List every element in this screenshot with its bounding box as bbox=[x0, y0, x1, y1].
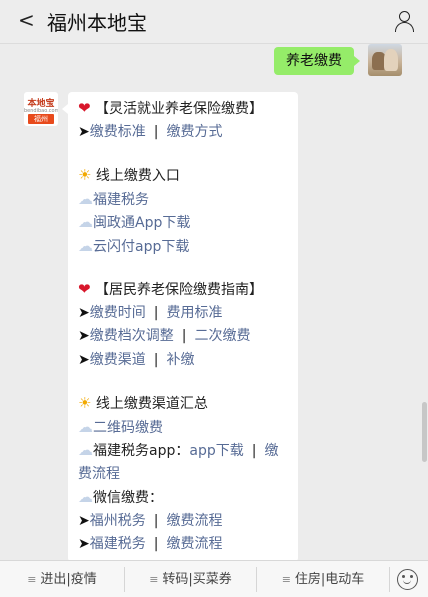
user-message-bubble: 养老缴费 bbox=[274, 47, 360, 75]
link-fujian-process[interactable]: 缴费流程 bbox=[166, 536, 222, 552]
cloud-icon: ☁ bbox=[78, 236, 93, 255]
separator: | bbox=[153, 512, 159, 529]
fujian-tax-app-label: 福建税务app： bbox=[93, 443, 190, 459]
link-payment-standard[interactable]: 缴费标准 bbox=[90, 124, 146, 140]
divider bbox=[389, 567, 390, 592]
menu-tab-label: 住房|电动车 bbox=[294, 572, 365, 587]
menu-icon: ≡ bbox=[149, 573, 159, 586]
sun-icon: ☀ bbox=[78, 166, 92, 184]
link-minzhengtong-download[interactable]: 闽政通App下载 bbox=[93, 215, 190, 231]
page-title: 福州本地宝 bbox=[47, 11, 147, 35]
section-title: 【居民养老保险缴费指南】 bbox=[95, 282, 264, 298]
heart-icon: ❤ bbox=[78, 99, 91, 117]
link-fuzhou-tax[interactable]: 福州税务 bbox=[90, 513, 146, 529]
smile-icon[interactable] bbox=[397, 569, 418, 590]
user-avatar[interactable] bbox=[368, 44, 402, 76]
section-heading: ❤ 【灵活就业养老保险缴费】 bbox=[78, 97, 290, 121]
link-payment-time[interactable]: 缴费时间 bbox=[90, 305, 146, 321]
arrow-icon: ➤ bbox=[78, 328, 90, 344]
link-payment-process-part2[interactable]: 费流程 bbox=[78, 466, 120, 482]
link-back-payment[interactable]: 补缴 bbox=[166, 352, 194, 368]
back-icon[interactable]: < bbox=[18, 8, 35, 32]
link-payment-channels[interactable]: 缴费渠道 bbox=[90, 352, 146, 368]
avatar-city-badge: 福州 bbox=[28, 114, 54, 124]
section-title: 【灵活就业养老保险缴费】 bbox=[95, 101, 264, 117]
link-payment-method[interactable]: 缴费方式 bbox=[166, 124, 222, 140]
link-tier-adjustment[interactable]: 缴费档次调整 bbox=[90, 328, 174, 344]
separator: | bbox=[153, 304, 159, 321]
separator: | bbox=[153, 123, 159, 140]
arrow-icon: ➤ bbox=[78, 536, 90, 552]
link-fee-standard[interactable]: 费用标准 bbox=[166, 305, 222, 321]
bottom-menu-bar: ≡ 进出|疫情 ≡ 转码|买菜券 ≡ 住房|电动车 bbox=[0, 560, 428, 597]
menu-icon: ≡ bbox=[281, 573, 291, 586]
link-app-download[interactable]: app下载 bbox=[189, 443, 243, 459]
separator: | bbox=[153, 351, 159, 368]
menu-tab-label: 转码|买菜券 bbox=[162, 572, 232, 587]
section-title: 线上缴费渠道汇总 bbox=[95, 396, 208, 412]
bot-avatar[interactable]: 本地宝 bendibao.com 福州 bbox=[24, 92, 58, 126]
link-payment-process-part1[interactable]: 缴 bbox=[264, 443, 278, 459]
menu-tab-code-vouchers[interactable]: ≡ 转码|买菜券 bbox=[125, 561, 256, 597]
arrow-icon: ➤ bbox=[78, 304, 90, 321]
arrow-icon: ➤ bbox=[78, 123, 90, 140]
cloud-icon: ☁ bbox=[78, 441, 93, 459]
wechat-payment-label: 微信缴费： bbox=[93, 490, 163, 506]
link-unionpay-download[interactable]: 云闪付app下载 bbox=[93, 239, 189, 255]
arrow-icon: ➤ bbox=[78, 512, 90, 529]
menu-tab-label: 进出|疫情 bbox=[40, 572, 97, 587]
scrollbar[interactable] bbox=[422, 402, 427, 462]
person-icon[interactable] bbox=[394, 10, 416, 34]
cloud-icon: ☁ bbox=[78, 417, 93, 436]
top-bar: < 福州本地宝 bbox=[0, 0, 428, 44]
link-qr-payment[interactable]: 二维码缴费 bbox=[93, 420, 163, 436]
menu-tab-travel-epidemic[interactable]: ≡ 进出|疫情 bbox=[0, 561, 124, 597]
link-fuzhou-process[interactable]: 缴费流程 bbox=[166, 513, 222, 529]
link-fujian-tax[interactable]: 福建税务 bbox=[93, 192, 149, 208]
cloud-icon: ☁ bbox=[78, 189, 93, 208]
arrow-icon: ➤ bbox=[78, 351, 90, 368]
menu-icon: ≡ bbox=[27, 573, 37, 586]
link-fujian-tax-2[interactable]: 福建税务 bbox=[90, 536, 146, 552]
link-second-payment[interactable]: 二次缴费 bbox=[194, 328, 250, 344]
separator: | bbox=[251, 443, 257, 459]
separator: | bbox=[153, 536, 159, 552]
section-title: 线上缴费入口 bbox=[95, 168, 180, 184]
heart-icon: ❤ bbox=[78, 280, 91, 298]
cloud-icon: ☁ bbox=[78, 213, 93, 231]
menu-tab-housing-ebike[interactable]: ≡ 住房|电动车 bbox=[257, 561, 389, 597]
cloud-icon: ☁ bbox=[78, 488, 93, 506]
sun-icon: ☀ bbox=[78, 394, 92, 412]
bot-message-bubble: ❤ 【灵活就业养老保险缴费】 ➤缴费标准 | 缴费方式 ☀ 线上缴费入口 ☁福建税务… bbox=[62, 92, 298, 562]
separator: | bbox=[181, 328, 187, 344]
